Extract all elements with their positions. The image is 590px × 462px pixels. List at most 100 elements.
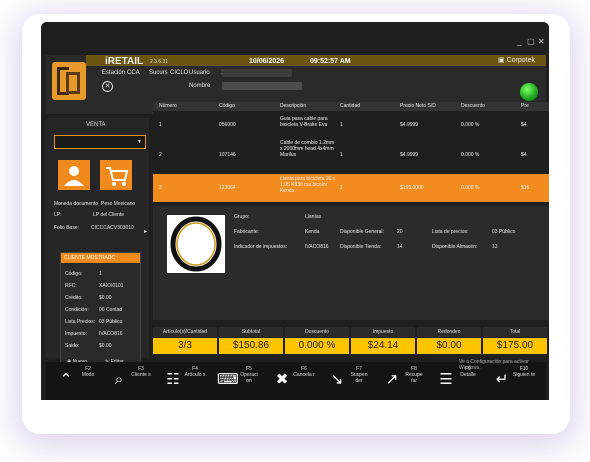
grid-header: Número Código Descripción Cantidad Preci… bbox=[153, 102, 549, 111]
rfc-label: RFC: bbox=[65, 283, 77, 289]
fabricante-value: Kenda bbox=[305, 229, 320, 235]
venta-panel: VENTA ▼ Moneda documento Peso Mexicano L… bbox=[46, 118, 149, 374]
col-descuento[interactable]: Descuento bbox=[461, 103, 485, 109]
total-subtotal-label: Subtotal bbox=[219, 327, 283, 337]
row-precio: $4.9999 bbox=[400, 122, 419, 128]
client-card: CLIENTE MOSTRADC Código: 1 RFC: XAXX0101… bbox=[60, 252, 141, 374]
table-row[interactable]: 1 056000 Guia pasa cable para bicicleta … bbox=[153, 114, 549, 136]
header-date: 10/06/2026 bbox=[249, 58, 285, 65]
corpotek-icon: ▣ bbox=[498, 57, 507, 64]
indicador-label: Indicador de impuestos: bbox=[234, 244, 288, 250]
disp-general-label: Disponible General: bbox=[340, 229, 384, 235]
row-desc: Cable de combio 1.2mm x 2000mm head 4x4m… bbox=[280, 140, 335, 158]
fkey-label: F5 Operaci on bbox=[240, 366, 258, 384]
minimize-button[interactable]: _ bbox=[517, 37, 521, 46]
condicion-value: 00 Contad bbox=[99, 307, 123, 313]
product-image bbox=[167, 215, 225, 273]
title-bar: _ ▢ ✕ bbox=[41, 22, 549, 52]
grupo-label: Grupo: bbox=[234, 214, 250, 220]
disp-tienda-value: 14 bbox=[397, 244, 403, 250]
f4-articulos-button[interactable]: ☷ F4 Artículo s bbox=[163, 362, 211, 400]
total-articulos-label: Artículo(s)/Cantidad bbox=[153, 327, 217, 337]
lp-value: LP del Cliente bbox=[93, 212, 125, 218]
total-impuesto-value: $24.14 bbox=[351, 338, 415, 354]
close-button[interactable]: ✕ bbox=[538, 37, 545, 46]
total-subtotal-value: $150.86 bbox=[219, 338, 283, 354]
row-pre: $4. bbox=[521, 152, 528, 158]
col-descripcion[interactable]: Descripción bbox=[280, 103, 306, 109]
col-codigo[interactable]: Código bbox=[219, 103, 235, 109]
col-numero[interactable]: Número bbox=[159, 103, 177, 109]
header-time: 09:52:57 AM bbox=[310, 58, 351, 65]
app-name: iRETAIL bbox=[105, 56, 144, 67]
search-icon: ⌕ bbox=[114, 371, 124, 388]
impuesto-label: Impuesto: bbox=[65, 331, 87, 337]
f7-suspender-button[interactable]: ↘ F7 Suspen der bbox=[327, 362, 375, 400]
row-precio: $165.0000 bbox=[400, 185, 424, 191]
total-total-value: $175.00 bbox=[483, 338, 547, 354]
app-version: 2.3.6.31 bbox=[150, 59, 169, 65]
codigo-value: 1 bbox=[99, 271, 102, 277]
restore-button[interactable]: ▢ bbox=[527, 37, 535, 46]
total-impuesto-label: Impuesto bbox=[351, 327, 415, 337]
items-grid: Número Código Descripción Cantidad Preci… bbox=[153, 102, 549, 320]
f3-clientes-button[interactable]: ⌕ F3 Cliente s bbox=[109, 362, 157, 400]
iretail-logo bbox=[52, 62, 86, 100]
f2-modo-button[interactable]: ⌃ F2 Modo bbox=[56, 362, 104, 400]
row-cant: 1 bbox=[340, 185, 343, 191]
tire-icon bbox=[170, 216, 222, 272]
disp-almacen-label: Disponible Almacén: bbox=[432, 244, 478, 250]
table-row[interactable]: 2 107146 Cable de combio 1.2mm x 2000mm … bbox=[153, 138, 549, 172]
close-sale-icon[interactable]: ✕ bbox=[102, 81, 113, 92]
customer-button[interactable] bbox=[58, 160, 90, 190]
indicador-value: IVACO816 bbox=[305, 244, 329, 250]
row-desc: Guia pasa cable para bicicleta V-Brake E… bbox=[280, 116, 328, 128]
row-desc: Llanta para bicicleta 26 x 1.95 K838 rsa… bbox=[280, 176, 336, 194]
cart-button[interactable] bbox=[100, 160, 132, 190]
lp-label: LP: bbox=[54, 212, 62, 218]
credito-value: $0.00 bbox=[99, 295, 112, 301]
grupo-value: Llantas bbox=[305, 214, 322, 220]
row-precio: $4.9999 bbox=[400, 152, 419, 158]
col-cantidad[interactable]: Cantidad bbox=[340, 103, 360, 109]
saldo-label: Saldo: bbox=[65, 343, 80, 349]
cart-icon bbox=[106, 167, 129, 186]
sucursal-value: CICLO bbox=[170, 70, 189, 76]
totals-bar: Artículo(s)/Cantidad Subtotal Descuento … bbox=[153, 327, 549, 357]
row-num: 1 bbox=[159, 122, 162, 128]
row-cant: 1 bbox=[340, 152, 343, 158]
f8-recuperar-button[interactable]: ↗ F8 Recupe rar bbox=[382, 362, 430, 400]
folio-value: CICCCACV303010 bbox=[91, 225, 134, 231]
recover-icon: ↗ bbox=[385, 371, 399, 388]
item-detail: Grupo: Llantas Fabricante: Kenda Indicad… bbox=[153, 206, 549, 320]
lista-value: 03 Público bbox=[99, 319, 123, 325]
chevron-up-icon: ⌃ bbox=[59, 371, 73, 388]
fabricante-label: Fabricante: bbox=[234, 229, 260, 235]
disp-general-value: 20 bbox=[397, 229, 403, 235]
row-desc-pct: 0.000 % bbox=[461, 152, 480, 158]
lista-precios-value: 03 Público bbox=[492, 229, 516, 235]
table-row-selected[interactable]: 3 123064 Llanta para bicicleta 26 x 1.95… bbox=[153, 174, 549, 202]
row-codigo: 056000 bbox=[219, 122, 236, 128]
venta-combo[interactable]: ▼ bbox=[54, 135, 146, 149]
f5-operacion-button[interactable]: ⌨ F5 Operaci on bbox=[217, 362, 265, 400]
fkey-label: F7 Suspen der bbox=[350, 366, 368, 384]
impuesto-value: IVACO816 bbox=[99, 331, 123, 337]
keyboard-icon: ⌨ bbox=[217, 371, 239, 388]
col-pre[interactable]: Pre bbox=[521, 103, 529, 109]
row-codigo: 107146 bbox=[219, 152, 236, 158]
credito-label: Crédito: bbox=[65, 295, 83, 301]
nombre-value-redacted bbox=[222, 82, 302, 90]
col-precio[interactable]: Precio Neto S/D bbox=[400, 103, 436, 109]
app-window: _ ▢ ✕ iRETAIL 2.3.6.31 10/06/2026 09:52:… bbox=[41, 22, 549, 400]
venta-title: VENTA bbox=[86, 122, 106, 128]
row-cant: 1 bbox=[340, 122, 343, 128]
usuario-label: Usuario bbox=[189, 70, 210, 76]
rfc-value: XAXX0101 bbox=[99, 283, 124, 289]
client-title: CLIENTE MOSTRADC bbox=[61, 253, 140, 263]
disp-almacen-value: 13 bbox=[492, 244, 498, 250]
chevron-right-icon[interactable]: ▸ bbox=[144, 228, 147, 235]
fkey-label: F6 Cancela r bbox=[293, 366, 315, 378]
lista-label: Lista Precios: bbox=[65, 319, 96, 325]
f6-cancelar-button[interactable]: ✖ F6 Cancela r bbox=[272, 362, 320, 400]
